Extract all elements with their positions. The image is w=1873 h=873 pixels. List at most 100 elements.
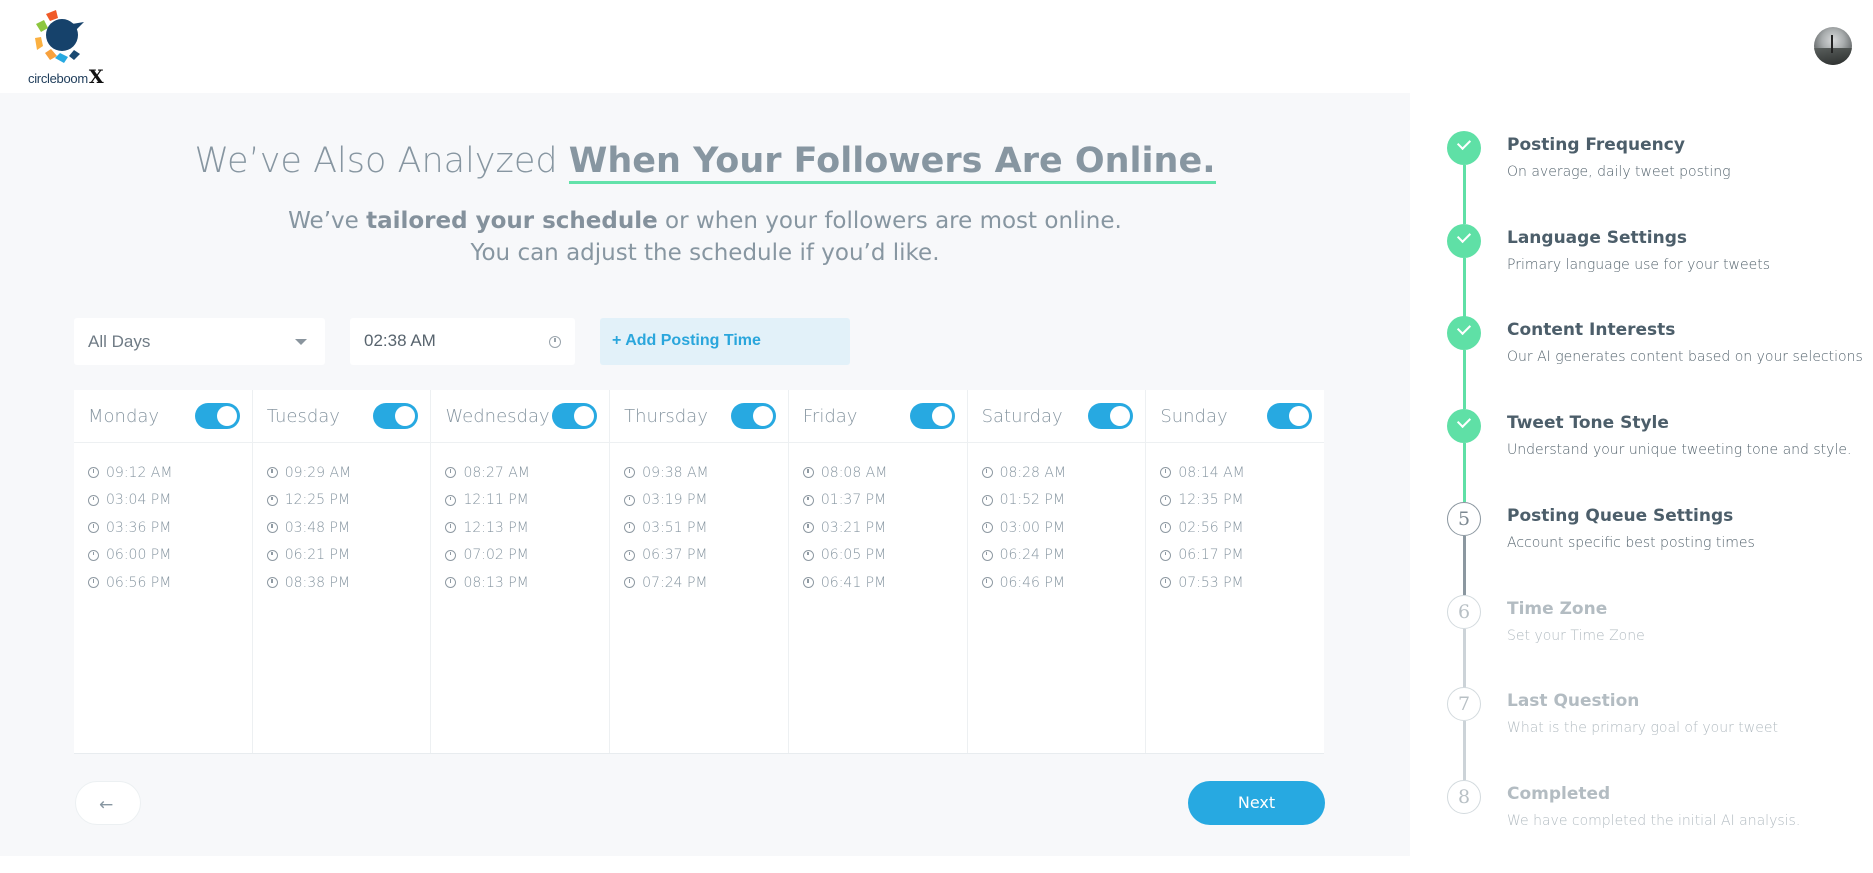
day-header: Friday	[788, 390, 967, 443]
time-value: 03:48 PM	[284, 519, 351, 536]
time-slot[interactable]: 06:00 PM	[74, 542, 252, 570]
day-toggle[interactable]	[1088, 403, 1134, 429]
step-description: Account specific best posting times	[1507, 535, 1755, 551]
time-slot[interactable]: 03:00 PM	[968, 514, 1146, 542]
day-column-friday: Friday 08:08 AM 01:37 PM 03:21 PM 06:05 PM 06…	[788, 390, 968, 753]
step-description: What is the primary goal of your tweet	[1507, 720, 1778, 736]
add-posting-time-button[interactable]: + Add Posting Time	[600, 318, 850, 365]
time-value: 08:13 PM	[463, 574, 529, 591]
step-number: 6	[1457, 601, 1471, 623]
heading-highlight: When Your Followers Are Online.	[568, 141, 1216, 184]
clock-icon[interactable]	[549, 336, 561, 348]
time-slot[interactable]: 08:38 PM	[253, 569, 431, 597]
time-slot[interactable]: 03:21 PM	[789, 514, 967, 542]
time-slot[interactable]: 07:02 PM	[431, 542, 609, 570]
time-value: 06:24 PM	[999, 547, 1065, 564]
time-slot[interactable]: 06:41 PM	[789, 569, 967, 597]
step-5: 5 Posting Queue Settings Account specific …	[1410, 502, 1873, 595]
main-content: We’ve Also Analyzed When Your Followers …	[0, 93, 1410, 856]
clock-icon	[1160, 577, 1172, 589]
day-name: Thursday	[624, 406, 708, 427]
step-title: Completed	[1507, 784, 1611, 804]
step-title: Tweet Tone Style	[1507, 413, 1669, 433]
clock-icon	[445, 577, 457, 589]
clock-icon	[624, 549, 636, 561]
day-select[interactable]: All Days	[74, 318, 325, 365]
back-button[interactable]: ←	[75, 781, 141, 825]
time-list: 09:29 AM 12:25 PM 03:48 PM 06:21 PM 08:38 PM	[253, 443, 431, 597]
time-slot[interactable]: 06:21 PM	[253, 542, 431, 570]
clock-icon	[445, 467, 457, 479]
time-input[interactable]	[364, 328, 534, 354]
day-column-tuesday: Tuesday 09:29 AM 12:25 PM 03:48 PM 06:21 PM 0…	[252, 390, 432, 753]
time-slot[interactable]: 12:13 PM	[431, 514, 609, 542]
day-select-value: All Days	[88, 332, 151, 351]
time-slot[interactable]: 07:24 PM	[610, 569, 788, 597]
day-toggle[interactable]	[194, 403, 240, 429]
day-column-monday: Monday 09:12 AM 03:04 PM 03:36 PM 06:00 PM 06…	[74, 390, 253, 753]
step-title: Time Zone	[1507, 599, 1608, 619]
time-slot[interactable]: 03:36 PM	[74, 514, 252, 542]
time-slot[interactable]: 07:53 PM	[1146, 569, 1324, 597]
step-connector	[1463, 536, 1466, 595]
clock-icon	[445, 522, 457, 534]
time-value: 06:21 PM	[284, 547, 351, 564]
day-toggle[interactable]	[373, 403, 419, 429]
time-slot[interactable]: 06:37 PM	[610, 542, 788, 570]
time-slot[interactable]: 06:24 PM	[968, 542, 1146, 570]
step-8: 8 Completed We have completed the initial …	[1410, 780, 1873, 873]
time-value: 06:56 PM	[106, 574, 172, 591]
step-connector	[1463, 165, 1466, 224]
top-header: circleboomX	[0, 0, 1873, 93]
time-slot[interactable]: 03:51 PM	[610, 514, 788, 542]
step-connector	[1463, 721, 1466, 780]
time-slot[interactable]: 08:28 AM	[968, 459, 1146, 487]
time-slot[interactable]: 12:25 PM	[253, 487, 431, 515]
step-number: 8	[1457, 786, 1471, 808]
clock-icon	[624, 522, 636, 534]
time-value: 01:37 PM	[820, 492, 887, 509]
time-slot[interactable]: 03:48 PM	[253, 514, 431, 542]
time-slot[interactable]: 02:56 PM	[1146, 514, 1324, 542]
time-slot[interactable]: 06:05 PM	[789, 542, 967, 570]
time-value: 09:38 AM	[642, 464, 709, 481]
time-slot[interactable]: 01:37 PM	[789, 487, 967, 515]
time-slot[interactable]: 12:35 PM	[1146, 487, 1324, 515]
day-toggle[interactable]	[730, 403, 776, 429]
day-toggle[interactable]	[552, 403, 598, 429]
time-slot[interactable]: 08:13 PM	[431, 569, 609, 597]
time-slot[interactable]: 06:46 PM	[968, 569, 1146, 597]
check-icon	[1447, 409, 1481, 443]
time-slot[interactable]: 08:14 AM	[1146, 459, 1324, 487]
time-slot[interactable]: 06:17 PM	[1146, 542, 1324, 570]
day-header: Thursday	[610, 390, 788, 443]
time-slot[interactable]: 12:11 PM	[431, 487, 609, 515]
time-value: 07:02 PM	[463, 547, 529, 564]
step-title: Posting Queue Settings	[1507, 506, 1734, 526]
day-name: Friday	[802, 406, 858, 427]
clock-icon	[445, 494, 457, 506]
day-toggle[interactable]	[909, 403, 955, 429]
time-slot[interactable]: 09:38 AM	[610, 459, 788, 487]
time-slot[interactable]: 08:08 AM	[789, 459, 967, 487]
user-avatar[interactable]	[1814, 27, 1852, 65]
time-list: 08:28 AM 01:52 PM 03:00 PM 06:24 PM 06:46 PM	[968, 443, 1146, 597]
time-value: 06:41 PM	[820, 574, 887, 591]
time-slot[interactable]: 01:52 PM	[968, 487, 1146, 515]
step-description: We have completed the initial AI analysi…	[1507, 813, 1801, 829]
time-slot[interactable]: 03:04 PM	[74, 487, 252, 515]
time-slot[interactable]: 03:19 PM	[610, 487, 788, 515]
next-button[interactable]: Next	[1188, 781, 1325, 825]
time-slot[interactable]: 08:27 AM	[431, 459, 609, 487]
time-slot[interactable]: 06:56 PM	[74, 569, 252, 597]
time-input-wrapper	[350, 318, 575, 365]
caret-down-icon	[295, 339, 307, 345]
day-header: Wednesday	[431, 390, 610, 443]
step-3: Content Interests Our AI generates conten…	[1410, 316, 1873, 409]
day-toggle[interactable]	[1267, 403, 1313, 429]
subtitle-suffix: or when your followers are most online.	[657, 208, 1122, 234]
time-slot[interactable]: 09:12 AM	[74, 459, 252, 487]
day-header: Monday	[74, 390, 252, 443]
time-slot[interactable]: 09:29 AM	[253, 459, 431, 487]
step-description: Our AI generates content based on your s…	[1507, 349, 1863, 365]
